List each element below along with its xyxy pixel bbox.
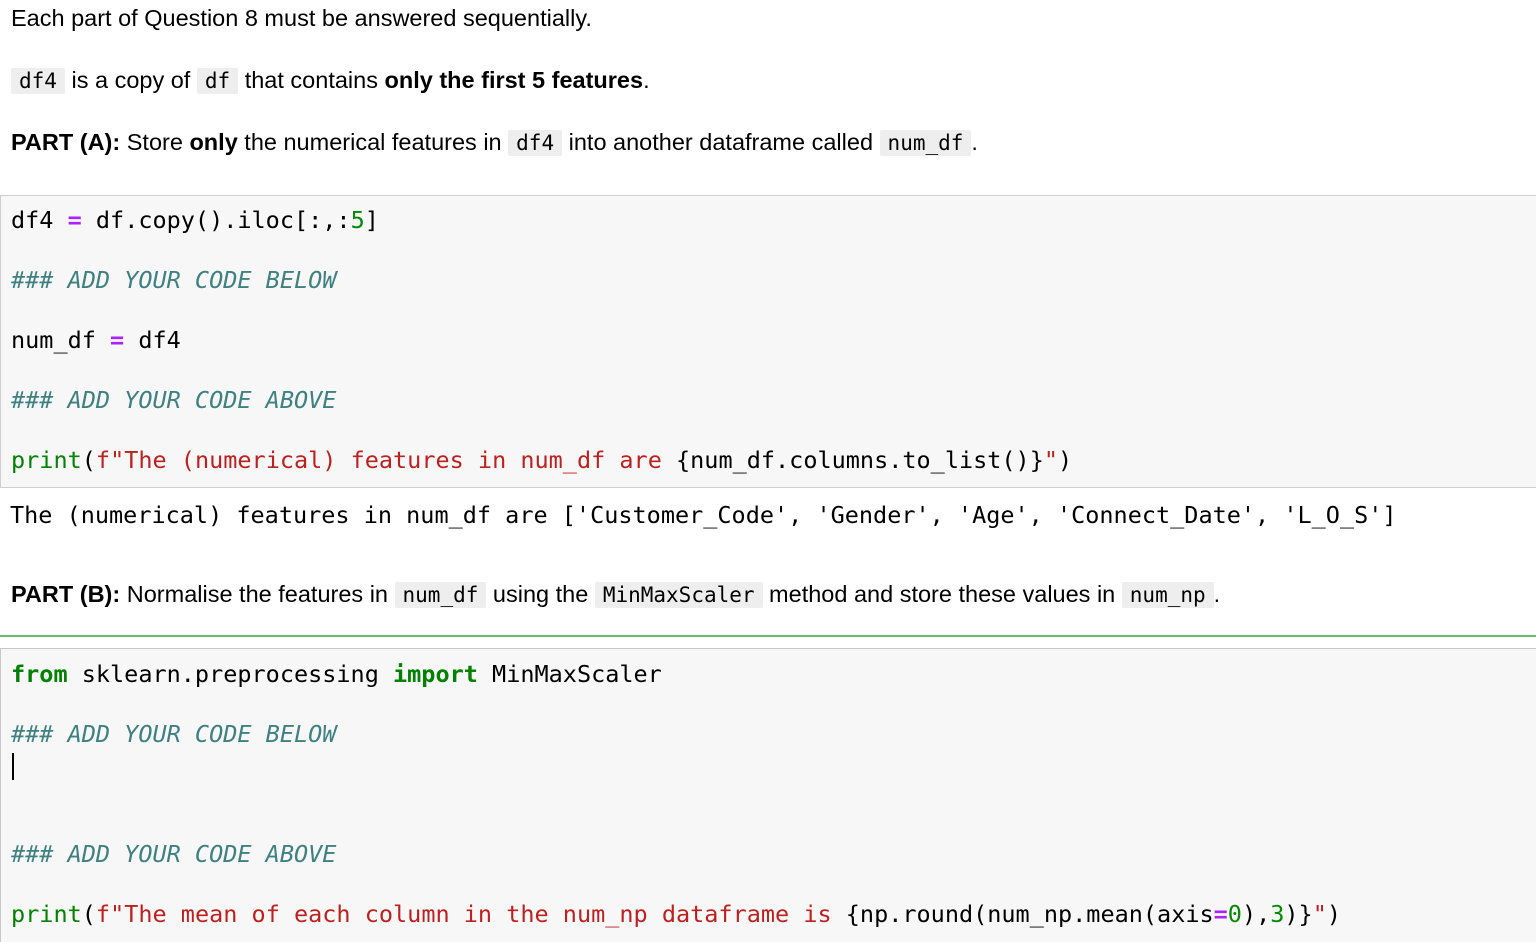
string-token: "The (numerical) features in num_df are [110,446,676,474]
builtin-token: print [11,446,82,474]
code-token: ( [81,900,96,928]
inline-code-num-df: num_df [879,130,972,156]
desc-text-1: is a copy of [64,67,197,93]
number-token: 3 [1270,900,1285,928]
keyword-token: import [393,660,478,688]
code-token: num_df [11,326,111,354]
part-a-bold: only [189,129,238,155]
part-b-text-3: method and store these values in [762,581,1122,607]
part-a-text-4: . [971,129,978,155]
part-a-label: PART (A): [11,129,121,155]
interpolation-token: {np.round(num_np.mean(axis [845,900,1214,928]
inline-code-df4: df4 [508,130,563,156]
code-cell-a[interactable]: df4 = df.copy().iloc[:,:5] ### ADD YOUR … [0,195,1536,488]
part-a-text-2: the numerical features in [237,129,509,155]
code-token: ( [81,446,96,474]
code-line-print: print(f"The (numerical) features in num_… [11,445,1072,475]
builtin-token: print [11,900,82,928]
interpolation-token: ), [1241,900,1271,928]
comment-add-code-below: ### ADD YOUR CODE BELOW [11,720,337,748]
string-token: "The mean of each column in the num_np d… [110,900,846,928]
intro-text: Each part of Question 8 must be answered… [11,3,592,33]
code-token: df4 [124,326,181,354]
text-cursor [12,753,14,780]
part-b-text-1: Normalise the features in [120,581,395,607]
code-token: ) [1058,446,1073,474]
inline-code-num-np: num_np [1121,582,1214,608]
operator-token: = [1213,900,1228,928]
comment-add-code-above: ### ADD YOUR CODE ABOVE [11,840,337,868]
part-b-instructions: PART (B): Normalise the features in num_… [11,579,1220,610]
code-line: df4 = df.copy().iloc[:,:5] [11,205,379,235]
inline-code-num-df: num_df [394,582,487,608]
part-b-text-2: using the [486,581,595,607]
operator-token: = [110,326,125,354]
desc-bold: only the first 5 features [384,67,644,93]
part-b-text-4: . [1213,581,1221,607]
code-token: MinMaxScaler [477,660,662,688]
desc-text-3: . [643,67,650,93]
interpolation-token: {num_df.columns.to_list()} [676,446,1044,474]
code-token: df4 [11,206,68,234]
number-token: 5 [350,206,365,234]
string-token: " [1312,900,1327,928]
df4-description: df4 is a copy of df that contains only t… [11,65,650,96]
cell-a-output: The (numerical) features in num_df are [… [10,501,1397,529]
part-a-instructions: PART (A): Store only the numerical featu… [11,127,978,158]
part-b-label: PART (B): [11,581,121,607]
code-token: ] [364,206,379,234]
code-line-print: print(f"The mean of each column in the n… [11,899,1341,929]
code-token: df.copy().iloc[:,: [81,206,351,234]
interpolation-token: )} [1284,900,1313,928]
part-a-text-1: Store [120,129,190,155]
selected-cell-indicator [0,635,1536,637]
intro-sentence: Each part of Question 8 must be answered… [11,5,592,31]
code-line: num_df = df4 [11,325,181,355]
code-cell-b[interactable]: from sklearn.preprocessing import MinMax… [0,648,1536,942]
comment-add-code-above: ### ADD YOUR CODE ABOVE [11,386,337,414]
code-token: sklearn.preprocessing [67,660,394,688]
inline-code-df4: df4 [11,68,65,94]
keyword-token: from [11,660,68,688]
string-prefix-token: f [95,446,111,474]
string-token: " [1043,446,1059,474]
part-a-text-3: into another dataframe called [562,129,880,155]
code-token: ) [1326,900,1342,928]
comment-add-code-below: ### ADD YOUR CODE BELOW [11,266,337,294]
string-prefix-token: f [95,900,111,928]
inline-code-minmaxscaler: MinMaxScaler [594,582,763,608]
code-line-import: from sklearn.preprocessing import MinMax… [11,659,662,689]
inline-code-df: df [196,68,239,94]
desc-text-2: that contains [238,67,385,93]
operator-token: = [67,206,82,234]
number-token: 0 [1227,900,1242,928]
